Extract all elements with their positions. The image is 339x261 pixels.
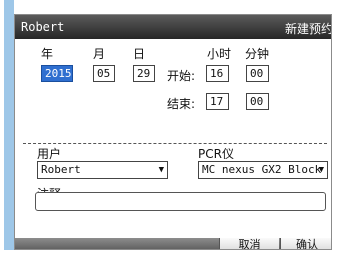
section-divider xyxy=(23,143,327,144)
start-minute-field[interactable]: 00 xyxy=(246,65,269,82)
softkey-bar: 取消 确认 xyxy=(15,238,331,249)
pcr-dropdown-value: MC nexus GX2 Block xyxy=(202,163,322,176)
end-minute-field[interactable]: 00 xyxy=(246,93,269,110)
new-appointment-dialog: Robert 新建预约 年 月 日 小时 分钟 2015 05 29 开始: 1… xyxy=(14,14,332,250)
confirm-button[interactable]: 确认 xyxy=(280,238,331,249)
chevron-down-icon: ▼ xyxy=(158,165,164,175)
day-label: 日 xyxy=(133,47,146,61)
start-label: 开始: xyxy=(167,69,196,83)
start-hour-field[interactable]: 16 xyxy=(206,65,229,82)
pcr-label: PCR仪 xyxy=(198,147,234,161)
title-bar: Robert 新建预约 xyxy=(15,15,332,39)
year-field[interactable]: 2015 xyxy=(41,65,73,82)
month-label: 月 xyxy=(93,47,106,61)
minute-label: 分钟 xyxy=(245,47,270,61)
window-title: Robert xyxy=(21,20,65,34)
chevron-down-icon: ▼ xyxy=(318,165,324,175)
user-dropdown[interactable]: Robert ▼ xyxy=(37,161,168,179)
window-title-right: 新建预约 xyxy=(285,22,332,36)
bottom-frame xyxy=(0,250,339,261)
end-hour-field[interactable]: 17 xyxy=(206,93,229,110)
left-frame-stripe xyxy=(4,0,14,261)
pcr-dropdown[interactable]: MC nexus GX2 Block ▼ xyxy=(198,161,328,179)
user-label: 用户 xyxy=(37,147,62,161)
year-label: 年 xyxy=(41,47,54,61)
note-input[interactable] xyxy=(35,192,326,211)
day-field[interactable]: 29 xyxy=(133,65,155,82)
end-label: 结束: xyxy=(167,97,196,111)
cancel-button[interactable]: 取消 xyxy=(219,238,279,249)
hour-label: 小时 xyxy=(207,47,232,61)
month-field[interactable]: 05 xyxy=(93,65,115,82)
user-dropdown-value: Robert xyxy=(41,163,81,176)
